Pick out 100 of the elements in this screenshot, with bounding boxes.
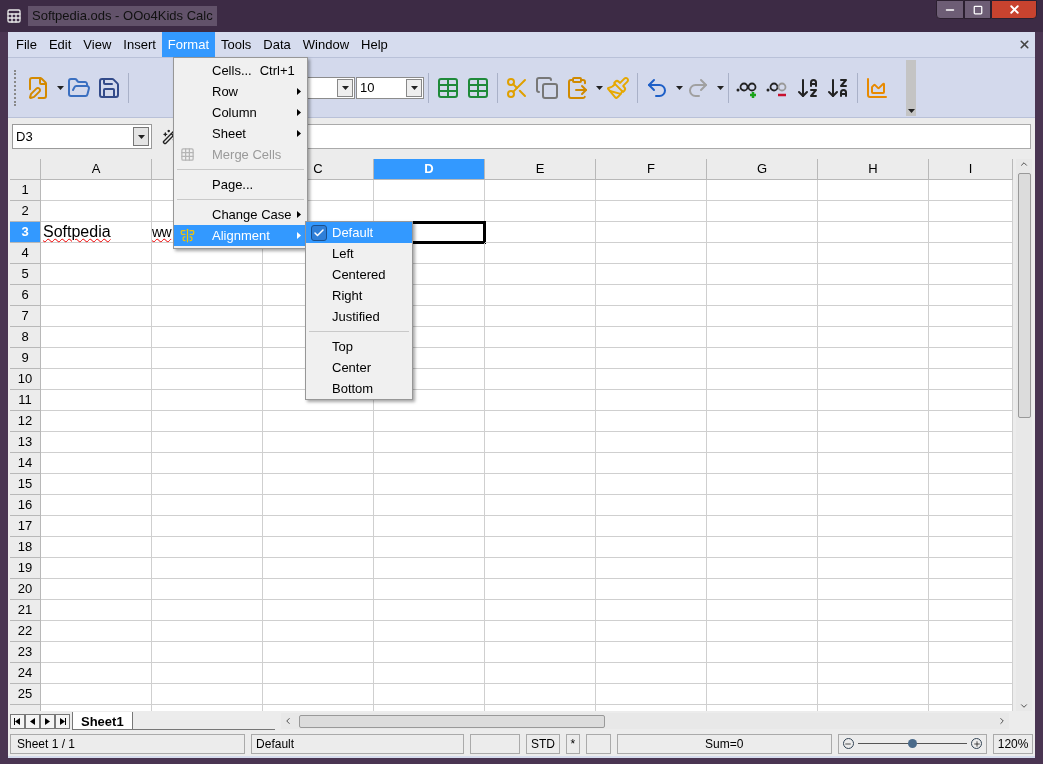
menu-item[interactable]: View [77, 32, 118, 57]
row-header[interactable]: 7 [10, 306, 41, 327]
menu-item[interactable]: Bottom [306, 378, 412, 399]
cell-text: Softpedia [42, 222, 111, 242]
menu-item[interactable]: File [10, 32, 43, 57]
horizontal-scrollbar[interactable] [280, 713, 1009, 729]
toolbar-overflow-button[interactable] [906, 59, 916, 116]
row-header[interactable]: 23 [10, 642, 41, 663]
dropdown-caret-icon [596, 85, 603, 90]
submenu-arrow-icon [297, 130, 301, 137]
row-header[interactable]: 10 [10, 369, 41, 390]
spreadsheet-icon [6, 8, 22, 24]
submenu-arrow-icon [297, 109, 301, 116]
row-header[interactable]: 4 [10, 243, 41, 264]
column-header[interactable]: H [818, 159, 929, 180]
submenu-arrow-icon [297, 232, 301, 239]
menu-item[interactable]: Centered [306, 264, 412, 285]
row-header[interactable]: 8 [10, 327, 41, 348]
submenu-arrow-icon [297, 211, 301, 218]
menu-item[interactable]: Sheet [174, 123, 307, 144]
corner-cell[interactable] [10, 159, 41, 180]
previous-sheet-button[interactable] [25, 713, 40, 729]
column-header[interactable]: G [707, 159, 818, 180]
scroll-down-icon[interactable] [1019, 701, 1029, 711]
zoom-slider[interactable] [857, 738, 968, 749]
menu-item[interactable]: Center [306, 357, 412, 378]
dropdown-caret-icon [410, 85, 418, 90]
overflow-caret-icon [907, 108, 915, 113]
row-header[interactable]: 21 [10, 600, 41, 621]
sum-display: Sum=0 [616, 733, 832, 754]
row-header[interactable]: 17 [10, 516, 41, 537]
menu-item[interactable]: Column [174, 102, 307, 123]
row-header[interactable]: 20 [10, 579, 41, 600]
menu-item[interactable]: Justified [306, 306, 412, 327]
row-header[interactable]: 25 [10, 684, 41, 705]
zoom-slider-thumb[interactable] [908, 739, 918, 748]
menu-item[interactable]: Data [257, 32, 297, 57]
row-header[interactable]: 19 [10, 558, 41, 579]
column-header[interactable]: F [596, 159, 707, 180]
plus-icon [972, 739, 981, 748]
name-box[interactable]: D3 [12, 124, 152, 149]
row-header[interactable]: 14 [10, 453, 41, 474]
menu-item[interactable]: Change Case [174, 204, 307, 225]
row-header[interactable]: 9 [10, 348, 41, 369]
row-header[interactable]: 1 [10, 180, 41, 201]
menu-item[interactable]: Edit [42, 32, 78, 57]
menu-item[interactable]: Help [355, 32, 394, 57]
menu-item[interactable]: Left [306, 243, 412, 264]
next-sheet-button[interactable] [40, 713, 55, 729]
menu-item[interactable]: Insert [117, 32, 162, 57]
row-header[interactable]: 22 [10, 621, 41, 642]
table-grid-icon [179, 147, 195, 162]
window-title: Softpedia.ods - OOo4Kids Calc [28, 6, 217, 26]
menu-item[interactable]: Top [306, 336, 412, 357]
column-header[interactable]: I [929, 159, 1013, 180]
selection-mode: STD [525, 733, 560, 754]
close-document-icon[interactable] [1018, 38, 1031, 51]
column-header[interactable]: A [41, 159, 152, 180]
zoom-in-button[interactable] [971, 738, 983, 749]
scroll-up-icon[interactable] [1019, 159, 1029, 169]
dropdown-caret-icon [137, 134, 145, 139]
maximize-button[interactable] [964, 0, 991, 19]
close-icon [1007, 3, 1021, 16]
menu-item[interactable]: Row [174, 81, 307, 102]
first-arrow-icon [14, 717, 21, 725]
first-sheet-button[interactable] [10, 713, 25, 729]
checkmark-icon [311, 224, 327, 241]
maximize-icon [972, 4, 983, 15]
status-panel [470, 733, 520, 754]
row-header[interactable]: 13 [10, 432, 41, 453]
previous-arrow-icon [29, 717, 36, 725]
sheet-tab[interactable]: Sheet1 [72, 712, 133, 730]
cell-text: ww [152, 222, 172, 242]
row-header[interactable]: 16 [10, 495, 41, 516]
row-header[interactable]: 6 [10, 285, 41, 306]
menu-item[interactable]: Tools [215, 32, 258, 57]
dropdown-caret-icon [57, 85, 64, 90]
row-header[interactable]: 5 [10, 264, 41, 285]
submenu-arrow-icon [297, 88, 301, 95]
row-header[interactable]: 18 [10, 537, 41, 558]
row-header[interactable]: 15 [10, 474, 41, 495]
last-sheet-button[interactable] [55, 713, 70, 729]
row-header[interactable]: 11 [10, 390, 41, 411]
menu-item[interactable]: Right [306, 285, 412, 306]
row-header[interactable]: 12 [10, 411, 41, 432]
column-header[interactable]: E [485, 159, 596, 180]
vertical-scrollbar[interactable] [1016, 159, 1032, 711]
row-header[interactable]: 2 [10, 201, 41, 222]
menu-item[interactable]: Window [296, 32, 356, 57]
close-button[interactable] [991, 0, 1037, 19]
menu-item[interactable]: Cells... Ctrl+1 [174, 60, 307, 81]
sheet-count: Sheet 1 / 1 [10, 733, 246, 754]
dropdown-caret-icon [717, 85, 724, 90]
minimize-button[interactable] [936, 0, 964, 19]
page-style: Default [251, 733, 465, 754]
font-size-field[interactable]: 10 [356, 76, 424, 99]
alignment-icon [179, 228, 195, 243]
row-header[interactable]: 24 [10, 663, 41, 684]
zoom-reading: 120% [993, 733, 1033, 754]
next-arrow-icon [44, 717, 51, 725]
